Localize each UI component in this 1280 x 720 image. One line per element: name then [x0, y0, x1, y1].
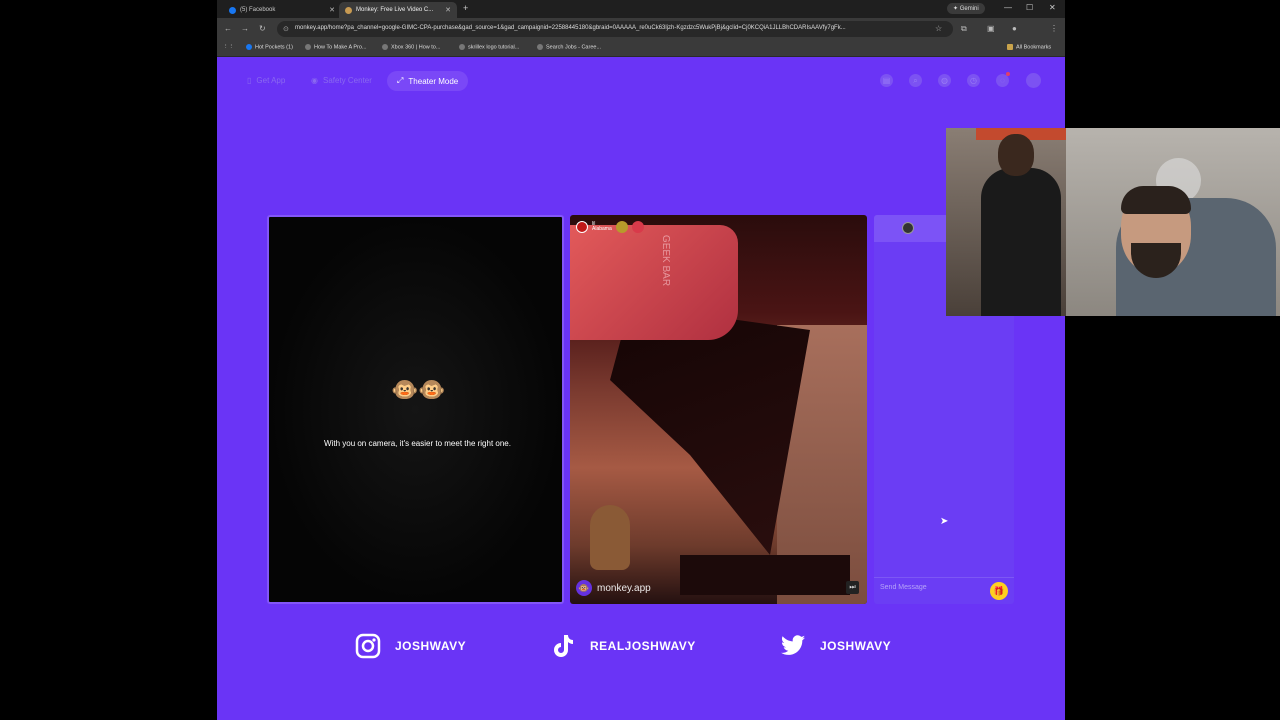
- forward-icon[interactable]: →: [241, 24, 249, 33]
- tiktok-handle: REALJOSHWAVY: [590, 639, 696, 653]
- all-bookmarks[interactable]: All Bookmarks: [1007, 44, 1051, 50]
- get-app-label: Get App: [256, 76, 286, 85]
- site-nav: ▯ Get App ◉ Safety Center ⤢ Theater Mode ▤ …: [217, 57, 1065, 105]
- minimize-icon[interactable]: —: [1004, 3, 1012, 12]
- bookmark-star-icon[interactable]: ☆: [935, 24, 942, 33]
- tab-monkey[interactable]: Monkey: Free Live Video C... ✕: [339, 2, 457, 18]
- bookmark-item[interactable]: How To Make A Pro...: [305, 44, 366, 50]
- bookmark-item[interactable]: skrillex logo tutorial...: [459, 44, 519, 50]
- gemini-label: Gemini: [959, 6, 979, 12]
- skip-button[interactable]: ⏭: [846, 581, 859, 594]
- close-icon[interactable]: ✕: [329, 6, 335, 14]
- mouse-cursor-icon: ➤: [940, 516, 949, 527]
- vape-brand-text: GEEK BAR: [660, 234, 672, 287]
- gift-badge-icon[interactable]: [631, 221, 644, 233]
- social-tiktok: REALJOSHWAVY: [550, 633, 696, 659]
- extensions-icon[interactable]: ⧉: [961, 24, 967, 34]
- get-app-link[interactable]: ▯ Get App: [247, 76, 285, 85]
- facebook-icon: [229, 6, 236, 14]
- partner-location: Alabama: [592, 226, 612, 232]
- site-info-icon[interactable]: ⊙: [283, 25, 289, 33]
- tiktok-icon: [550, 633, 576, 659]
- chat-partner-avatar[interactable]: [902, 222, 914, 234]
- gemini-button[interactable]: ✦ Gemini: [947, 3, 985, 14]
- bookmark-label: skrillex logo tutorial...: [468, 44, 520, 51]
- toolbar: ← → ↻ ⊙ monkey.app/home?pa_channel=googl…: [217, 18, 1065, 40]
- bookmark-label: How To Make A Pro...: [314, 44, 367, 51]
- close-window-icon[interactable]: ✕: [1049, 3, 1056, 12]
- instagram-handle: JOSHWAVY: [395, 639, 467, 653]
- bookmark-label: Search Jobs - Caree...: [546, 44, 602, 51]
- tab-label: Monkey: Free Live Video C...: [356, 7, 434, 13]
- sidepanel-icon[interactable]: ▣: [987, 24, 995, 33]
- monkey-logo-icon: 🐵: [576, 580, 592, 596]
- streamer-webcam-overlay: [946, 128, 1280, 316]
- partner-avatar[interactable]: [576, 221, 588, 233]
- twitter-handle: JOSHWAVY: [820, 639, 892, 653]
- bookmarks-bar: ⋮⋮ Hot Pockets (1) How To Make A Pro... …: [217, 40, 1065, 57]
- social-instagram: JOSHWAVY: [355, 633, 466, 659]
- monkey-icon: [345, 6, 352, 14]
- bookmark-item[interactable]: Hot Pockets (1): [246, 44, 293, 50]
- back-icon[interactable]: ←: [224, 24, 232, 33]
- bookmark-item[interactable]: Xbox 360 | How to...: [382, 44, 440, 50]
- tab-label: (5) Facebook: [240, 7, 276, 13]
- phone-icon: ▯: [247, 76, 252, 85]
- tab-strip: (5) Facebook ✕ Monkey: Free Live Video C…: [217, 0, 1065, 18]
- all-bookmarks-label: All Bookmarks: [1016, 44, 1052, 51]
- menu-icon[interactable]: ⋮: [1050, 24, 1058, 33]
- reload-icon[interactable]: ↻: [259, 24, 266, 33]
- monkey-watermark: 🐵 monkey.app: [576, 580, 651, 596]
- dog-figure: [590, 505, 630, 570]
- avatar[interactable]: [1026, 73, 1041, 88]
- theater-mode-button[interactable]: ⤢ Theater Mode: [387, 71, 469, 91]
- bookmark-label: Hot Pockets (1): [255, 44, 293, 51]
- heart-badge-icon[interactable]: [615, 221, 628, 233]
- message-input[interactable]: Send Message: [880, 584, 927, 591]
- search-icon[interactable]: ⌕: [909, 74, 922, 87]
- bookmark-label: Xbox 360 | How to...: [391, 44, 441, 51]
- expand-icon: ⤢: [397, 76, 404, 85]
- close-icon[interactable]: ✕: [445, 6, 451, 14]
- history-icon[interactable]: ◷: [967, 74, 980, 87]
- partner-video: GEEK BAR lil Alabama 🐵 monkey.app ⏭: [570, 215, 867, 604]
- new-tab-button[interactable]: +: [463, 3, 468, 13]
- twitter-icon: [780, 633, 806, 659]
- camera-prompt: With you on camera, it's easier to meet …: [324, 439, 511, 448]
- coin-icon[interactable]: ◍: [938, 74, 951, 87]
- webcam-person-left: [946, 128, 1066, 316]
- watermark-text: monkey.app: [597, 582, 651, 594]
- monkey-emoji-icon: 🐵🐵: [391, 377, 446, 402]
- address-bar[interactable]: ⊙ monkey.app/home?pa_channel=google-GIMC…: [277, 21, 953, 37]
- url-text: monkey.app/home?pa_channel=google-GIMC-C…: [295, 25, 846, 31]
- bookmark-item[interactable]: Search Jobs - Caree...: [537, 44, 601, 50]
- gift-button[interactable]: 🎁: [990, 582, 1008, 600]
- notification-dot: [1006, 72, 1010, 76]
- maximize-icon[interactable]: ☐: [1026, 3, 1033, 12]
- social-twitter: JOSHWAVY: [780, 633, 891, 659]
- tab-facebook[interactable]: (5) Facebook ✕: [223, 2, 341, 18]
- safety-center-label: Safety Center: [322, 76, 372, 85]
- shield-icon: ◉: [311, 76, 318, 85]
- message-input-area[interactable]: Send Message 🎁: [874, 577, 1014, 604]
- safety-center-link[interactable]: ◉ Safety Center: [311, 76, 372, 85]
- webcam-person-right: [1066, 128, 1280, 316]
- partner-info[interactable]: lil Alabama: [576, 221, 644, 233]
- instagram-icon: [355, 633, 381, 659]
- theater-mode-label: Theater Mode: [408, 76, 459, 86]
- browser-window: (5) Facebook ✕ Monkey: Free Live Video C…: [217, 0, 1065, 720]
- profile-icon[interactable]: ●: [1012, 24, 1017, 33]
- apps-icon[interactable]: ⋮⋮: [223, 44, 234, 50]
- self-camera-panel: 🐵🐵 With you on camera, it's easier to me…: [267, 215, 564, 604]
- shop-icon[interactable]: ▤: [880, 74, 893, 87]
